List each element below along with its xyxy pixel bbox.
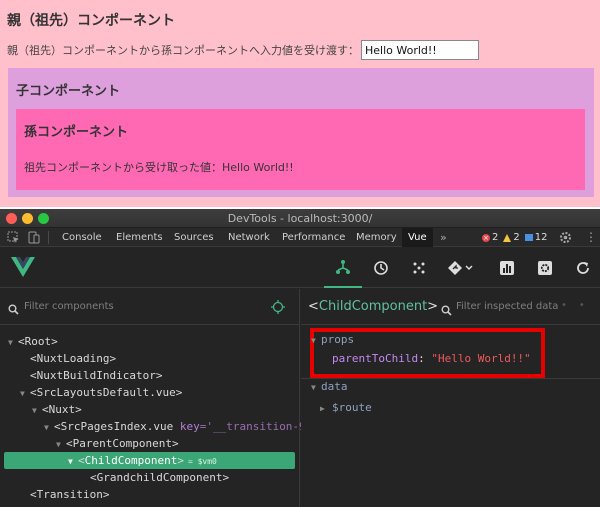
tree-node[interactable]: <NuxtLoading> <box>0 350 116 367</box>
chevron-down-icon: ▼ <box>311 336 316 345</box>
prop-row[interactable]: parentToChild: "Hello World!!" <box>301 352 600 370</box>
refresh-icon[interactable] <box>564 248 600 288</box>
tree-node-name: SrcLayoutsDefault.vue <box>36 386 176 399</box>
info-icon <box>524 234 533 241</box>
tree-node-name: Root <box>24 335 52 348</box>
input-label: 親（祖先）コンポーネントから孫コンポーネントへ入力値を受け渡す： <box>7 44 359 57</box>
error-icon: × <box>482 233 490 242</box>
data-toggle[interactable]: ▼ data <box>311 380 348 393</box>
tree-node[interactable]: ▼ <Root> <box>0 333 58 350</box>
components-panel: Filter components ▼ <Root> <NuxtLoading> <N… <box>0 289 312 507</box>
nuxt-page: 親（祖先）コンポーネント 親（祖先）コンポーネントから孫コンポーネントへ入力値を… <box>0 0 600 207</box>
props-section: ▼ props <box>301 331 600 351</box>
chevron-down-icon[interactable]: ▼ <box>56 436 66 453</box>
tree-node-attr-key: key <box>179 420 200 433</box>
tab-performance[interactable]: Performance <box>276 228 351 247</box>
props-toggle[interactable]: ▼ props <box>311 333 354 346</box>
tab-sources[interactable]: Sources <box>168 228 220 247</box>
inspect-element-icon[interactable] <box>7 231 20 244</box>
warning-icon <box>503 233 512 242</box>
message-input[interactable] <box>361 40 479 60</box>
tree-node[interactable]: ▼ <SrcLayoutsDefault.vue> <box>0 384 182 401</box>
chevron-down-icon: ▼ <box>311 383 316 392</box>
components-icon[interactable] <box>324 248 362 288</box>
chevron-down-icon[interactable]: ▼ <box>8 334 18 351</box>
tab-elements[interactable]: Elements <box>110 228 169 247</box>
vue-logo-icon <box>11 257 35 281</box>
settings-icon[interactable] <box>526 248 564 288</box>
grandchild-component-title: 孫コンポーネント <box>24 125 129 140</box>
tab-network[interactable]: Network <box>222 228 276 247</box>
prop-key: parentToChild <box>332 352 419 365</box>
vuex-icon[interactable] <box>488 248 526 288</box>
tree-node-name: SrcPagesIndex.vue <box>60 420 174 433</box>
window-titlebar: DevTools - localhost:3000/ <box>0 209 600 228</box>
issue-counters[interactable]: × 2 2 12 <box>482 228 552 247</box>
tree-node[interactable]: ▼ <ParentComponent> <box>0 435 179 452</box>
vue-devtools-toolbar <box>0 248 600 288</box>
route-key: $route <box>332 401 372 414</box>
inspector-header: <ChildComponent> Filter inspected data •… <box>301 289 600 325</box>
info-count: 12 <box>534 232 548 243</box>
chevron-down-icon[interactable]: ▼ <box>20 385 30 402</box>
chevron-down-icon[interactable]: ▼ <box>32 402 42 419</box>
section-divider <box>301 378 600 379</box>
tree-node[interactable]: <NuxtBuildIndicator> <box>0 367 162 384</box>
tab-vue[interactable]: Vue <box>402 228 433 247</box>
inspected-component-name: <ChildComponent> <box>308 299 439 314</box>
tree-node-name: NuxtBuildIndicator <box>36 369 156 382</box>
select-component-icon[interactable] <box>271 299 285 318</box>
tree-node-name: GrandchildComponent <box>96 471 223 484</box>
tree-node[interactable]: ▼ <SrcPagesIndex.vue key='__transition-9- <box>0 418 312 435</box>
search-icon <box>8 300 19 319</box>
tree-node-name: Nuxt <box>48 403 76 416</box>
route-row[interactable]: ▶ $route <box>301 401 600 419</box>
child-component-title: 子コンポーネント <box>16 84 121 99</box>
window-title: DevTools - localhost:3000/ <box>227 212 373 225</box>
filter-components-row[interactable]: Filter components <box>0 289 300 325</box>
routing-icon[interactable] <box>438 248 482 288</box>
search-icon <box>441 301 452 320</box>
tree-node-name: NuxtLoading <box>36 352 110 365</box>
tree-node-attr-value: ='__transition-9- <box>199 420 313 433</box>
grandchild-component-box: 孫コンポーネント 祖先コンポーネントから受け取った値：Hello World!! <box>16 109 585 190</box>
filter-components-input[interactable]: Filter components <box>24 301 114 312</box>
tab-memory[interactable]: Memory <box>350 228 403 247</box>
device-toolbar-icon[interactable] <box>27 231 40 244</box>
data-section: ▼ data <box>301 380 600 398</box>
tree-node-name: Transition <box>36 488 103 501</box>
tab-console[interactable]: Console <box>56 228 108 247</box>
filter-inspected-input[interactable]: Filter inspected data <box>456 301 558 312</box>
toolbar-separator <box>48 231 49 244</box>
inspector-actions-icon[interactable]: •• <box>561 300 597 311</box>
timeline-icon[interactable] <box>362 248 400 288</box>
devtools-tabbar: Console Elements Sources Network Perform… <box>0 228 600 247</box>
child-component-box: 子コンポーネント 孫コンポーネント 祖先コンポーネントから受け取った値：Hell… <box>8 68 594 197</box>
tree-node[interactable]: ▼ <Nuxt> <box>0 401 82 418</box>
parent-component-title: 親（祖先）コンポーネント <box>7 13 175 29</box>
tree-node[interactable]: ▼ <ChildComponent> = $vm0 <box>4 452 295 469</box>
tree-node-name: ParentComponent <box>72 437 172 450</box>
grandchild-received-value: 祖先コンポーネントから受け取った値：Hello World!! <box>24 161 294 174</box>
tree-node[interactable]: <GrandchildComponent> <box>0 469 229 486</box>
vm-reference: = $vm0 <box>187 457 217 466</box>
chevron-down-icon[interactable]: ▼ <box>44 419 54 436</box>
inspector-panel: <ChildComponent> Filter inspected data •… <box>301 289 600 507</box>
gear-icon[interactable] <box>559 228 572 247</box>
more-tabs-icon[interactable]: » <box>440 228 447 247</box>
performance-icon[interactable] <box>400 248 438 288</box>
warning-count: 2 <box>513 232 520 243</box>
tree-node[interactable]: <Transition> <box>0 486 109 503</box>
chevron-down-icon[interactable]: ▼ <box>68 453 78 470</box>
more-vertical-icon[interactable]: ⋮ <box>585 228 597 247</box>
prop-value: "Hello World!!" <box>431 352 531 365</box>
tree-node-name: ChildComponent <box>84 454 178 467</box>
input-row: 親（祖先）コンポーネントから孫コンポーネントへ入力値を受け渡す： <box>7 40 479 60</box>
chevron-right-icon: ▶ <box>320 404 325 413</box>
error-count: 2 <box>492 232 499 243</box>
